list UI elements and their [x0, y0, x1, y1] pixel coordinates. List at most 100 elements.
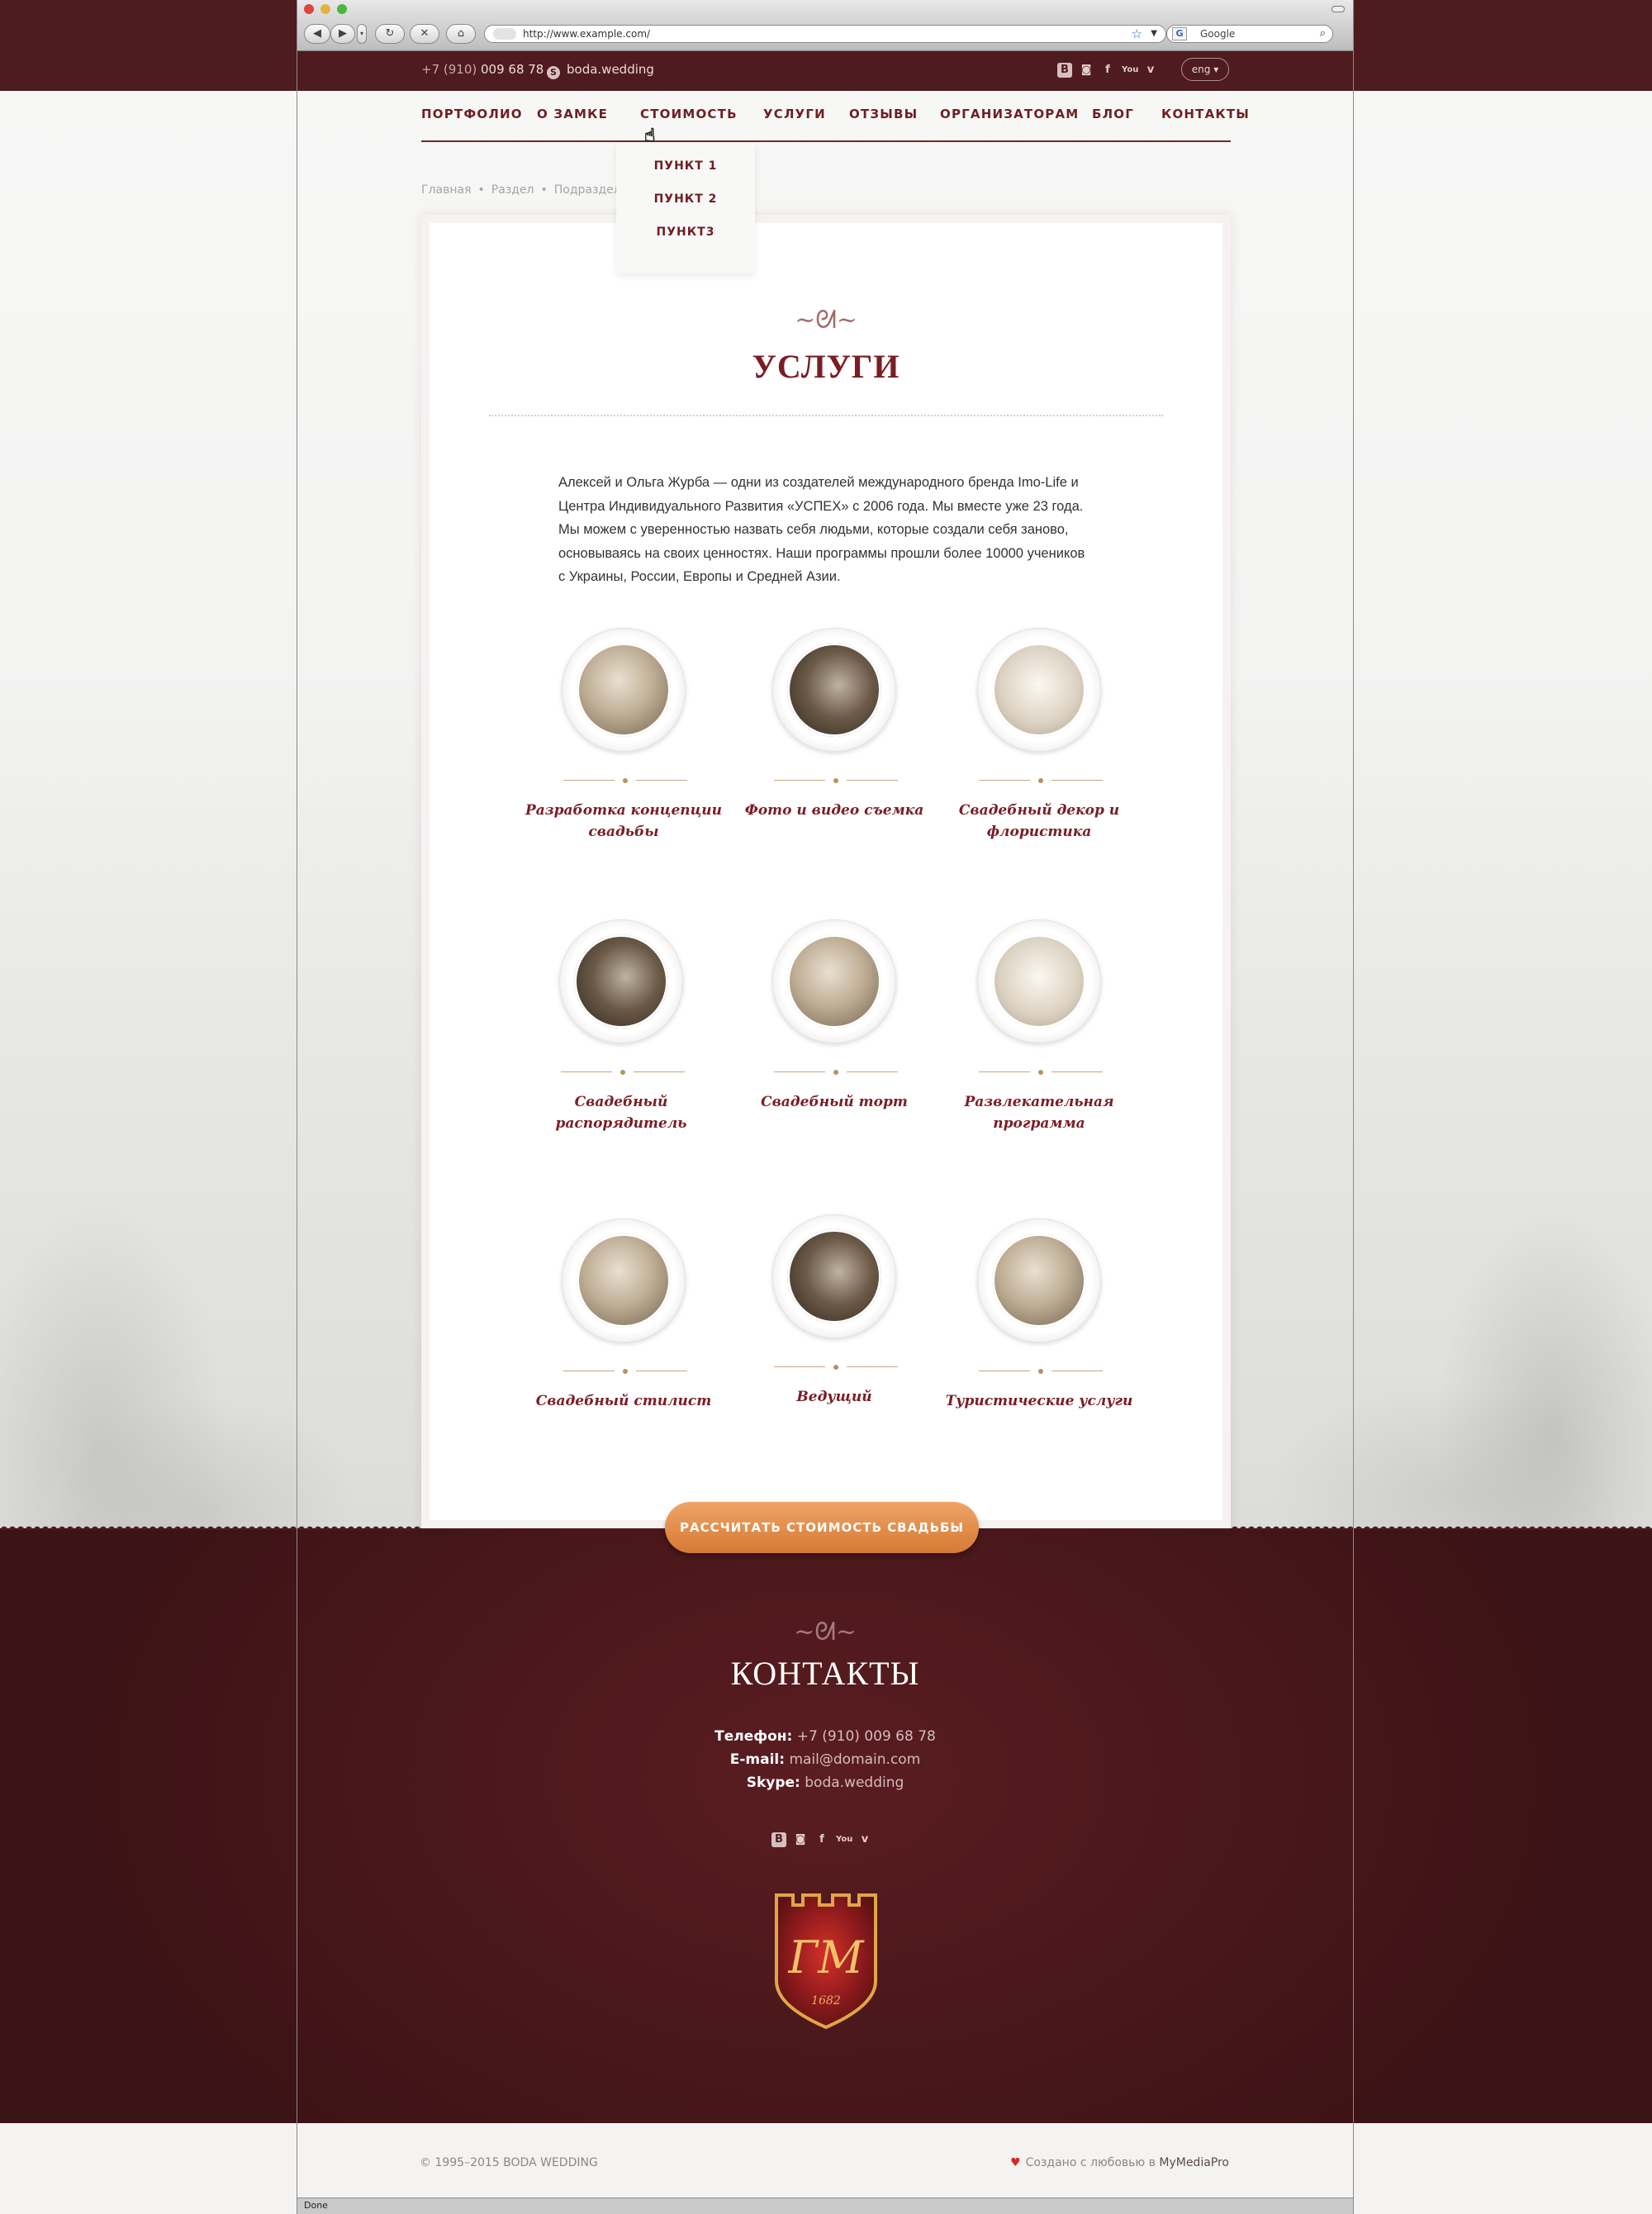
service-photo: [787, 934, 881, 1029]
vimeo-icon[interactable]: v: [857, 1832, 872, 1847]
service-divider: [774, 777, 898, 785]
nav-portfolio[interactable]: ПОРТФОЛИО: [421, 107, 523, 121]
browser-status-bar: Done: [297, 2197, 1353, 2214]
language-label: eng: [1191, 64, 1211, 75]
service-divider: [563, 777, 687, 785]
forward-button[interactable]: ▶: [330, 24, 355, 44]
back-button[interactable]: ◀: [304, 24, 330, 44]
facebook-icon[interactable]: f: [1100, 63, 1115, 78]
breadcrumb-section[interactable]: Раздел: [491, 183, 534, 197]
zoom-window-icon[interactable]: [337, 4, 347, 14]
browser-window: ◀ ▶ ▾ ↻ ✕ ⌂ http://www.example.com/ ☆ ▼ …: [297, 0, 1354, 2214]
service-label[interactable]: Свадебный торт: [731, 1091, 938, 1113]
skype-icon: S: [547, 66, 560, 79]
status-text: Done: [304, 2200, 328, 2211]
breadcrumb-home[interactable]: Главная: [421, 183, 471, 197]
header-skype[interactable]: Sboda.wedding: [547, 62, 654, 79]
footer-flourish-icon: ~ᘛ~: [794, 1618, 857, 1646]
title-divider: [489, 415, 1163, 416]
address-text: http://www.example.com/: [523, 28, 651, 40]
service-label[interactable]: Разработка концепции свадьбы: [520, 800, 727, 843]
stop-button[interactable]: ✕: [410, 24, 439, 44]
service-photo-frame: [772, 628, 896, 752]
instagram-icon[interactable]: ◙: [1079, 63, 1094, 78]
footer-socials: B ◙ f You v: [771, 1832, 872, 1847]
vk-icon[interactable]: B: [771, 1832, 786, 1847]
nav-blog[interactable]: БЛОГ: [1092, 107, 1134, 121]
service-photo-frame: [559, 919, 683, 1043]
site-topbar: +7 (910) 009 68 78 Sboda.wedding B ◙ f Y…: [297, 51, 1353, 91]
calculate-cost-button[interactable]: РАССЧИТАТЬ СТОИМОСТЬ СВАДЬБЫ: [665, 1502, 979, 1553]
service-divider: [979, 1068, 1103, 1076]
vk-icon[interactable]: B: [1057, 63, 1072, 78]
nav-contacts[interactable]: КОНТАКТЫ: [1161, 107, 1250, 121]
service-photo-frame: [772, 919, 896, 1043]
service-photo: [574, 934, 668, 1029]
breadcrumb-subsection[interactable]: Подраздел: [554, 183, 621, 197]
service-photo: [992, 934, 1086, 1029]
minimize-window-icon[interactable]: [320, 4, 330, 14]
home-button[interactable]: ⌂: [446, 24, 476, 44]
phone-prefix: +7 (910): [421, 62, 477, 77]
made-by: ♥ Создано с любовью в MyMediaPro: [1010, 2156, 1229, 2169]
contact-skype: Skype: boda.wedding: [297, 1775, 1353, 1791]
intro-text: Алексей и Ольга Журба — одни из создател…: [558, 475, 1085, 584]
breadcrumb-separator: •: [477, 183, 485, 197]
service-label[interactable]: Свадебный стилист: [520, 1390, 727, 1412]
service-photo: [787, 643, 881, 737]
search-box[interactable]: G Google ⌕: [1166, 25, 1333, 43]
contact-phone-value[interactable]: +7 (910) 009 68 78: [797, 1728, 936, 1745]
close-window-icon[interactable]: [304, 4, 314, 14]
service-photo-frame: [562, 628, 686, 752]
youtube-icon[interactable]: You: [1122, 63, 1138, 78]
service-label[interactable]: Фото и видео съемка: [731, 800, 938, 821]
toolbar-toggle-icon[interactable]: [1332, 6, 1345, 12]
contact-phone: Телефон: +7 (910) 009 68 78: [297, 1728, 1353, 1745]
nav-services[interactable]: УСЛУГИ: [763, 107, 826, 121]
dropdown-item-2[interactable]: ПУНКТ 2: [616, 192, 755, 206]
service-label[interactable]: Ведущий: [731, 1386, 938, 1408]
contacts-title: КОНТАКТЫ: [730, 1655, 920, 1692]
youtube-icon[interactable]: You: [836, 1832, 852, 1847]
pricing-dropdown-menu: ПУНКТ 1 ПУНКТ 2 ПУНКТ3: [616, 143, 755, 273]
service-photo-frame: [977, 628, 1101, 752]
reload-button[interactable]: ↻: [375, 24, 405, 44]
dropdown-item-1[interactable]: ПУНКТ 1: [616, 159, 755, 173]
contact-email-value[interactable]: mail@domain.com: [789, 1751, 920, 1768]
dropdown-item-3[interactable]: ПУНКТ3: [616, 226, 755, 239]
contact-email: E-mail: mail@domain.com: [297, 1751, 1353, 1768]
service-photo-frame: [977, 919, 1101, 1043]
nav-castle[interactable]: О ЗАМКЕ: [537, 107, 608, 121]
main-navigation: ПОРТФОЛИО О ЗАМКЕ СТОИМОСТЬ УСЛУГИ ОТЗЫВ…: [421, 91, 1249, 142]
language-selector[interactable]: eng ▾: [1181, 58, 1229, 81]
service-divider: [979, 1367, 1103, 1375]
service-label[interactable]: Свадебный декор и флористика: [936, 800, 1142, 843]
chevron-down-icon[interactable]: ▼: [1151, 26, 1157, 42]
facebook-icon[interactable]: f: [814, 1832, 829, 1847]
heart-icon: ♥: [1010, 2156, 1021, 2169]
address-bar[interactable]: http://www.example.com/ ☆ ▼: [484, 25, 1166, 43]
history-dropdown-button[interactable]: ▾: [357, 24, 367, 44]
browser-toolbar: ◀ ▶ ▾ ↻ ✕ ⌂ http://www.example.com/ ☆ ▼ …: [297, 0, 1353, 51]
page-title: УСЛУГИ: [752, 348, 900, 385]
header-phone[interactable]: +7 (910) 009 68 78: [421, 62, 544, 77]
made-by-link[interactable]: MyMediaPro: [1159, 2156, 1229, 2169]
nav-pricing[interactable]: СТОИМОСТЬ: [640, 107, 738, 121]
copyright-text: © 1995–2015 BODA WEDDING: [420, 2156, 598, 2169]
service-label[interactable]: Туристические услуги: [936, 1390, 1142, 1412]
made-by-prefix: Создано с любовью в: [1025, 2156, 1156, 2169]
nav-reviews[interactable]: ОТЗЫВЫ: [849, 107, 918, 121]
search-icon[interactable]: ⌕: [1320, 26, 1326, 42]
contact-skype-value[interactable]: boda.wedding: [805, 1775, 904, 1791]
service-label[interactable]: Развлекательная программа: [936, 1091, 1142, 1134]
instagram-icon[interactable]: ◙: [793, 1832, 808, 1847]
site-identity-icon[interactable]: [493, 28, 516, 40]
vimeo-icon[interactable]: v: [1143, 63, 1158, 78]
service-label[interactable]: Свадебный распорядитель: [518, 1091, 724, 1134]
google-engine-icon[interactable]: G: [1172, 27, 1187, 40]
skype-handle: boda.wedding: [567, 62, 654, 77]
bookmark-star-icon[interactable]: ☆: [1132, 26, 1142, 42]
service-photo-frame: [772, 1214, 896, 1338]
nav-organizers[interactable]: ОРГАНИЗАТОРАМ: [940, 107, 1079, 121]
content-card: ~ᘛ~ УСЛУГИ Алексей и Ольга Журба — одни …: [421, 215, 1231, 1528]
